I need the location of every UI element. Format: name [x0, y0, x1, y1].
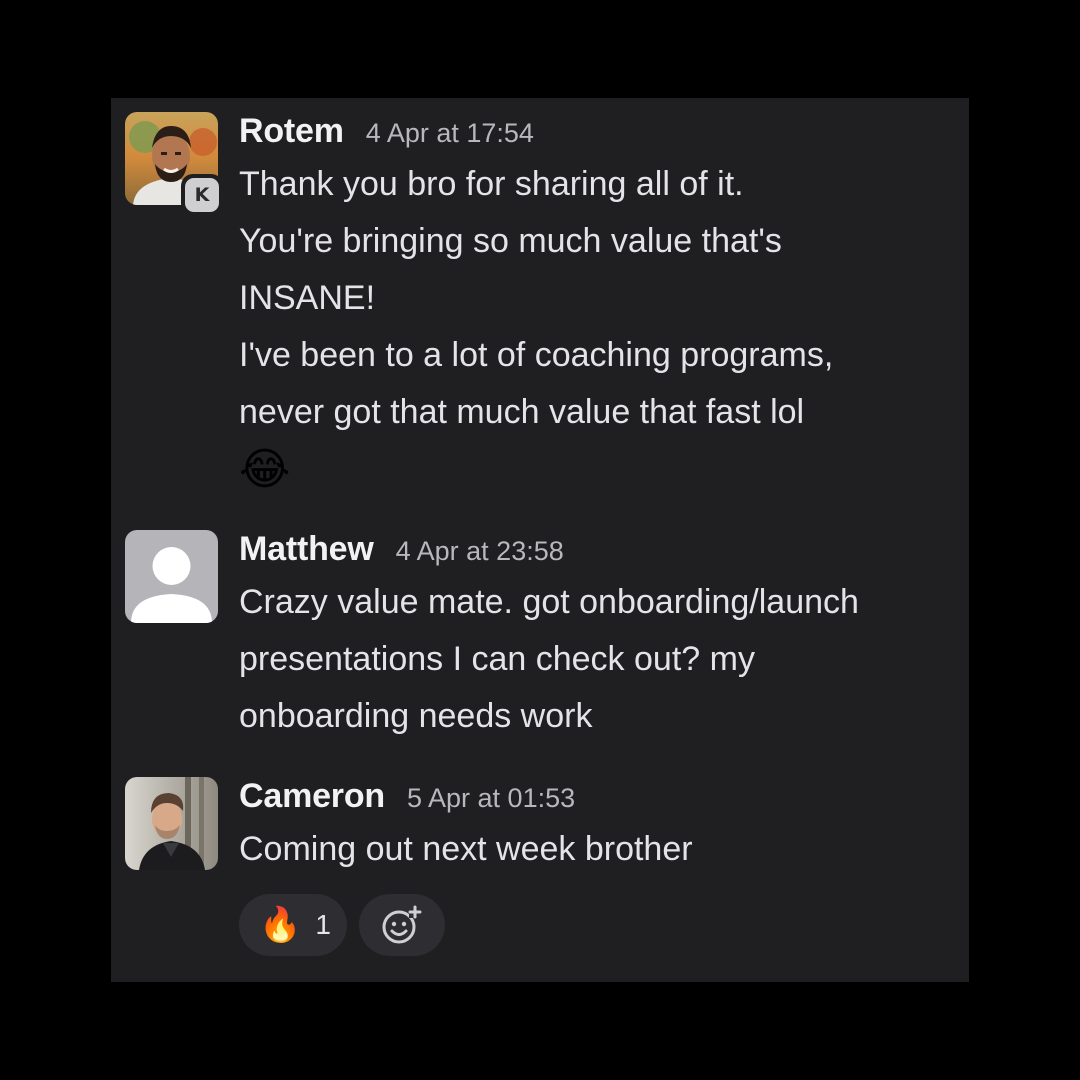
avatar-matthew[interactable] — [125, 530, 218, 623]
chat-thread-panel: K Rotem 4 Apr at 17:54 Thank you bro for… — [111, 98, 969, 982]
message-timestamp: 4 Apr at 23:58 — [395, 536, 564, 566]
message-text-line: Coming out next week brother — [239, 830, 693, 868]
reaction-bar: 🔥 1 — [239, 894, 955, 956]
message-text-line: never got that much value that fast lol — [239, 393, 805, 431]
author-name[interactable]: Matthew — [239, 530, 374, 569]
add-reaction-icon — [382, 905, 422, 944]
message-text-line: onboarding needs work — [239, 697, 593, 735]
user-badge: K — [181, 174, 223, 216]
user-photo-icon — [125, 777, 218, 870]
message-body: Cameron 5 Apr at 01:53 Coming out next w… — [239, 777, 955, 956]
message-header: Cameron 5 Apr at 01:53 — [239, 777, 955, 817]
message-text-line: I've been to a lot of coaching programs, — [239, 336, 834, 374]
message-body: Rotem 4 Apr at 17:54 Thank you bro for s… — [239, 112, 955, 499]
message-text-line: INSANE! — [239, 279, 376, 317]
fire-icon: 🔥 — [259, 906, 302, 944]
fire-reaction-button[interactable]: 🔥 1 — [239, 894, 347, 956]
message-text-line: Crazy value mate. got onboarding/launch — [239, 583, 859, 621]
message-timestamp: 4 Apr at 17:54 — [365, 118, 534, 148]
add-reaction-button[interactable] — [359, 894, 445, 956]
message-body: Matthew 4 Apr at 23:58 Crazy value mate.… — [239, 530, 955, 745]
message-matthew: Matthew 4 Apr at 23:58 Crazy value mate.… — [125, 530, 955, 750]
avatar-cameron[interactable] — [125, 777, 218, 870]
message-text-line: Thank you bro for sharing all of it. — [239, 165, 744, 203]
message-header: Matthew 4 Apr at 23:58 — [239, 530, 955, 570]
message-rotem: K Rotem 4 Apr at 17:54 Thank you bro for… — [125, 112, 955, 512]
author-name[interactable]: Cameron — [239, 777, 385, 816]
reaction-count: 1 — [315, 909, 331, 940]
default-user-icon — [125, 530, 218, 623]
badge-letter: K — [185, 178, 219, 212]
message-cameron: Cameron 5 Apr at 01:53 Coming out next w… — [125, 777, 955, 967]
message-text-line: presentations I can check out? my — [239, 640, 755, 678]
message-timestamp: 5 Apr at 01:53 — [406, 783, 576, 813]
laughing-emoji-icon: 😂 — [239, 445, 291, 494]
message-header: Rotem 4 Apr at 17:54 — [239, 112, 955, 152]
author-name[interactable]: Rotem — [239, 112, 344, 151]
message-text-line: You're bringing so much value that's — [239, 222, 782, 260]
